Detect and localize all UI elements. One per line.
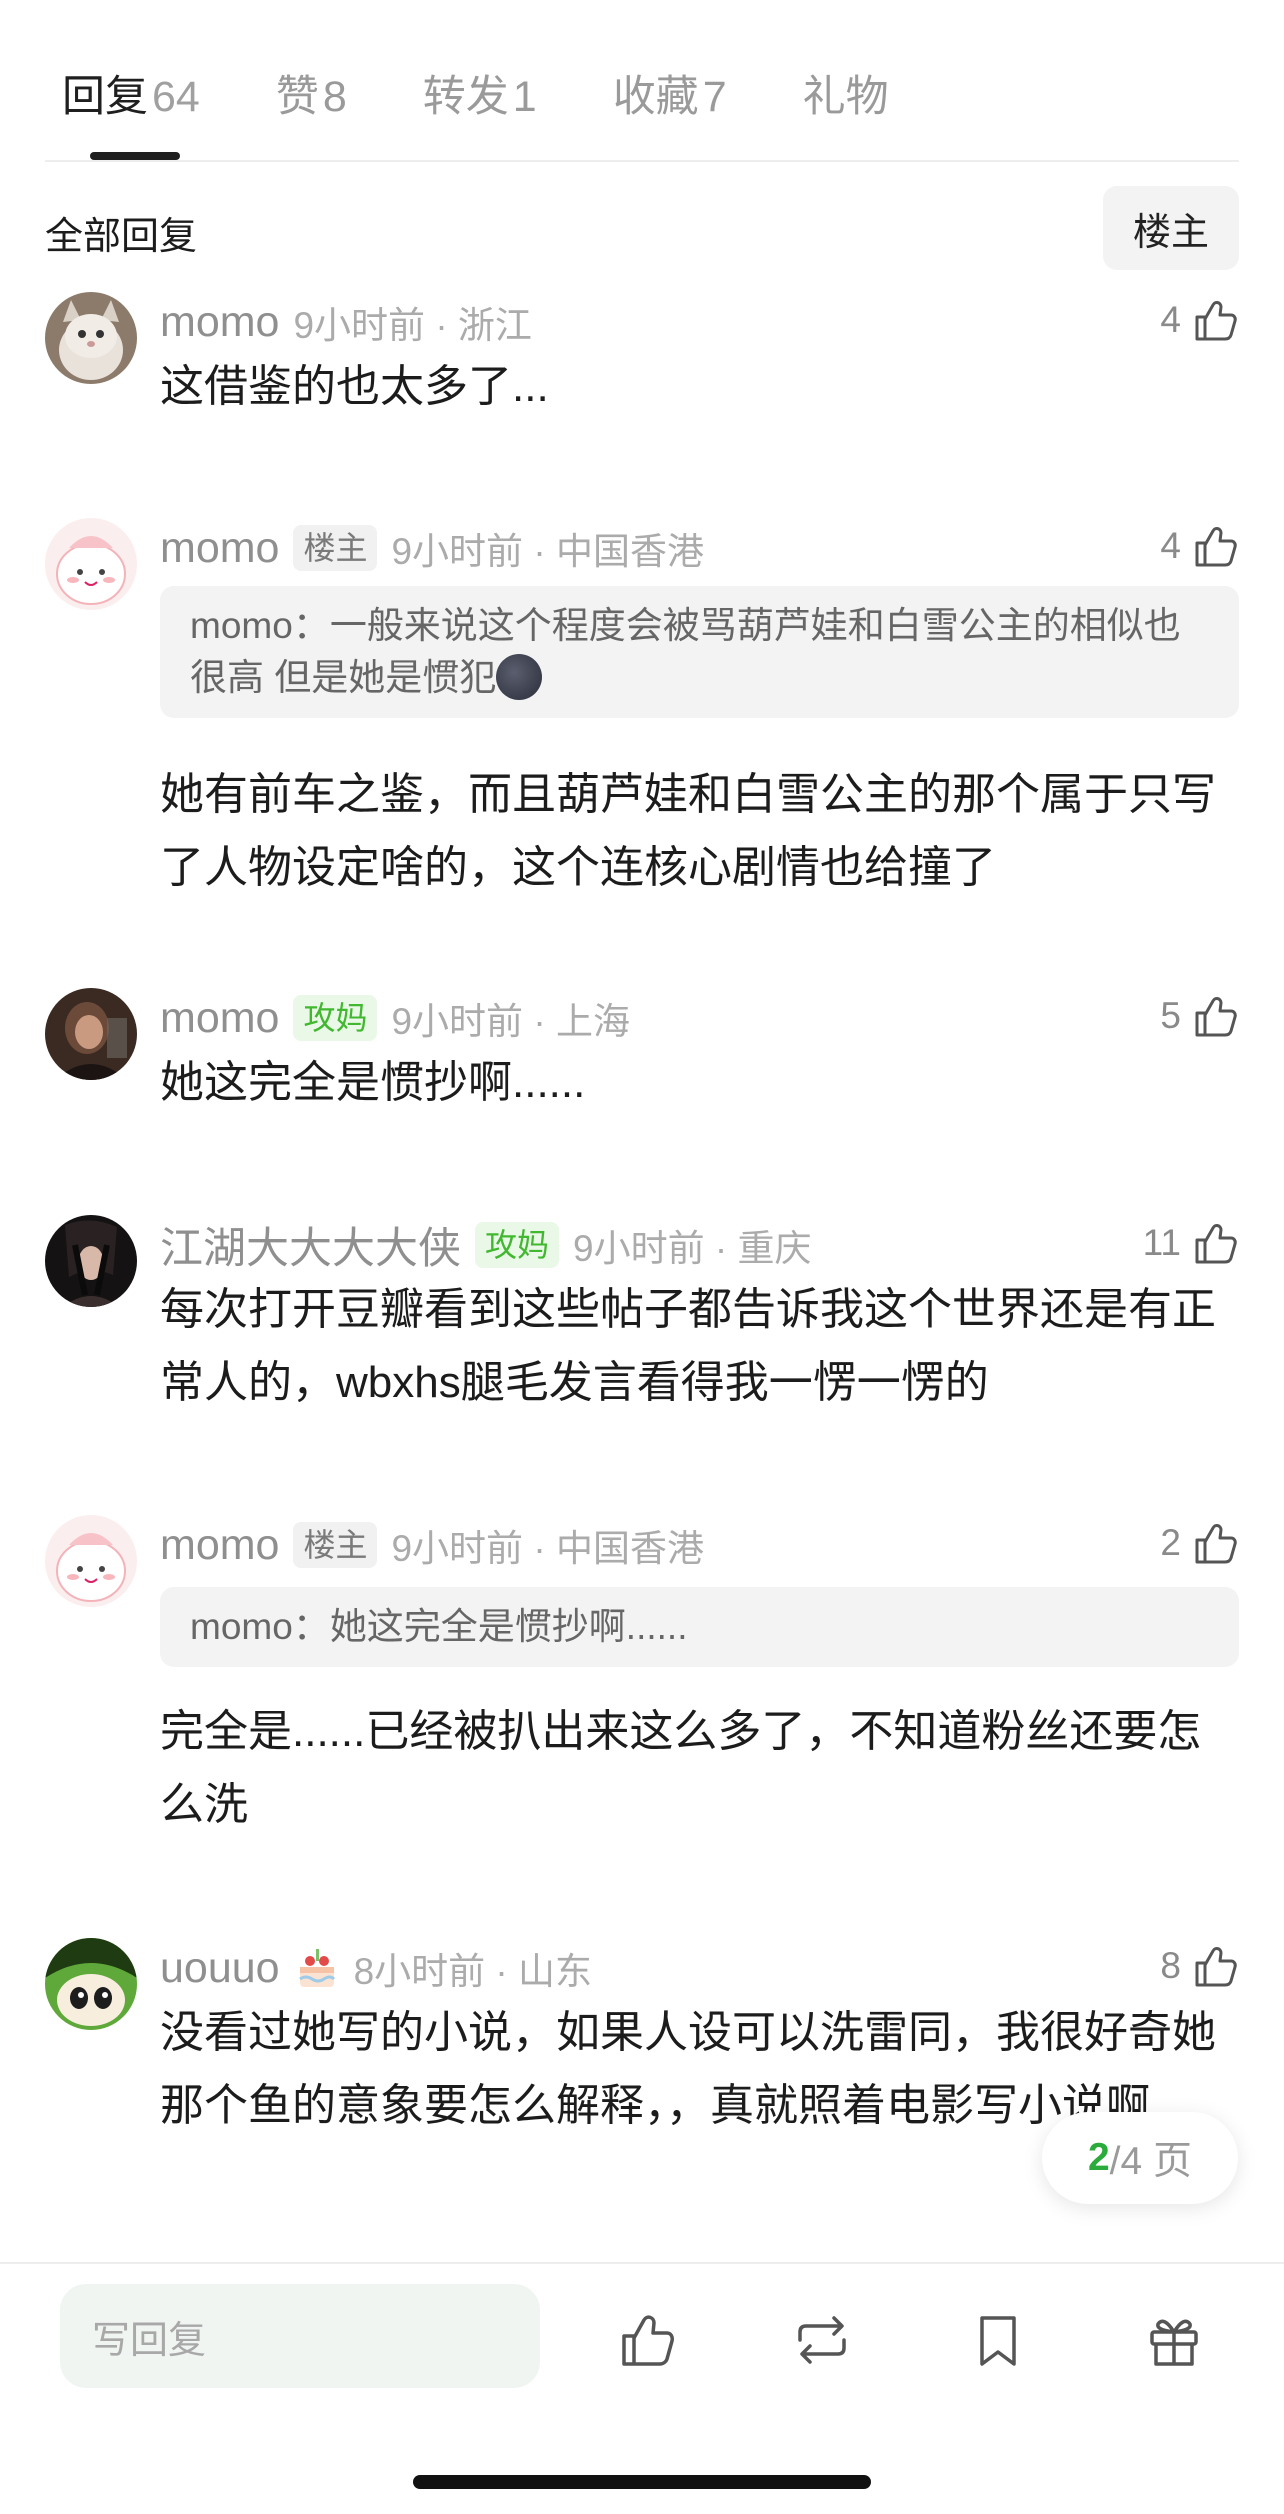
op-badge: 楼主 bbox=[293, 525, 378, 571]
timestamp-location: 9小时前 · 浙江 bbox=[293, 305, 532, 346]
tab-label: 礼物 bbox=[802, 73, 889, 121]
comment-item: momo 楼主 9小时前 · 中国香港 4 momo：一般来说这个程度会被骂葫芦… bbox=[45, 518, 1239, 918]
tab-replies[interactable]: 回复64 bbox=[62, 62, 200, 124]
like-button[interactable]: 8 bbox=[1160, 1938, 1239, 1994]
active-tab-indicator bbox=[90, 152, 180, 160]
tab-label: 收藏 bbox=[612, 73, 699, 121]
avatar[interactable] bbox=[45, 1515, 137, 1607]
timestamp-location: 9小时前 · 中国香港 bbox=[391, 1528, 704, 1569]
tab-count: 1 bbox=[512, 73, 537, 121]
op-badge: 楼主 bbox=[293, 1522, 378, 1568]
username[interactable]: uouuo bbox=[160, 1944, 280, 1993]
thumbs-up-icon bbox=[1195, 1524, 1237, 1564]
comment-meta: uouuo 8小时前 · 山东 bbox=[160, 1940, 592, 1996]
like-count: 11 bbox=[1142, 1222, 1181, 1263]
bookmark-icon[interactable] bbox=[966, 2308, 1030, 2372]
tab-count: 7 bbox=[702, 73, 727, 121]
comment-meta: momo 9小时前 · 浙江 bbox=[160, 294, 532, 350]
avatar[interactable] bbox=[45, 988, 137, 1080]
comment-meta: 江湖大大大大侠 攻妈 9小时前 · 重庆 bbox=[160, 1217, 811, 1273]
tab-bar: 回复64 赞8 转发1 收藏7 礼物 bbox=[62, 62, 965, 160]
comment-text: 她这完全是惯抄啊...... bbox=[160, 1058, 586, 1107]
comment-item: momo 攻妈 9小时前 · 上海 5 她这完全是惯抄啊...... bbox=[45, 988, 1239, 1138]
tab-label: 赞 bbox=[275, 73, 319, 121]
username[interactable]: momo bbox=[160, 1521, 279, 1570]
divider bbox=[45, 160, 1239, 162]
tab-label: 回复 bbox=[62, 73, 148, 121]
avatar[interactable] bbox=[45, 1938, 137, 2030]
tab-count: 8 bbox=[322, 73, 347, 121]
comment-item: 江湖大大大大侠 攻妈 9小时前 · 重庆 11 每次打开豆瓣看到这些帖子都告诉我… bbox=[45, 1215, 1239, 1435]
username[interactable]: 江湖大大大大侠 bbox=[160, 1214, 461, 1276]
tab-likes[interactable]: 赞8 bbox=[276, 62, 347, 124]
thumbs-up-icon bbox=[1195, 527, 1237, 567]
comment-meta: momo 楼主 9小时前 · 中国香港 bbox=[160, 520, 704, 576]
username[interactable]: momo bbox=[160, 298, 279, 347]
reply-input[interactable]: 写回复 bbox=[60, 2284, 540, 2388]
comment-text: 每次打开豆瓣看到这些帖子都告诉我这个世界还是有正常人的，wbxhs腿毛发言看得我… bbox=[160, 1285, 1216, 1407]
gift-icon[interactable] bbox=[1142, 2308, 1206, 2372]
quote-text: 一般来说这个程度会被骂葫芦娃和白雪公主的相似也很高 但是她是惯犯 bbox=[190, 605, 1181, 698]
cake-badge-icon bbox=[298, 1949, 335, 1987]
user-tag-badge: 攻妈 bbox=[293, 995, 378, 1041]
like-count: 4 bbox=[1160, 299, 1181, 340]
tab-count: 64 bbox=[152, 73, 200, 121]
page-indicator[interactable]: 2/4 页 bbox=[1042, 2112, 1238, 2204]
quote-text: 她这完全是惯抄啊...... bbox=[329, 1606, 688, 1647]
like-button[interactable]: 4 bbox=[1160, 292, 1239, 348]
home-indicator[interactable] bbox=[413, 2475, 871, 2489]
like-button[interactable]: 5 bbox=[1160, 988, 1239, 1044]
quoted-reply[interactable]: momo：一般来说这个程度会被骂葫芦娃和白雪公主的相似也很高 但是她是惯犯 bbox=[160, 586, 1239, 718]
current-page: 2 bbox=[1087, 2136, 1110, 2179]
like-count: 4 bbox=[1160, 525, 1181, 566]
tab-gifts[interactable]: 礼物 bbox=[803, 62, 889, 124]
like-count: 5 bbox=[1160, 995, 1181, 1036]
like-button[interactable]: 11 bbox=[1143, 1215, 1239, 1271]
thumbs-up-icon bbox=[1195, 1224, 1237, 1264]
all-replies-label: 全部回复 bbox=[45, 216, 198, 258]
comment-text: 完全是......已经被扒出来这么多了，不知道粉丝还要怎么洗 bbox=[160, 1707, 1202, 1829]
quote-username: momo bbox=[190, 1606, 293, 1647]
avatar[interactable] bbox=[45, 518, 137, 610]
tab-reposts[interactable]: 转发1 bbox=[423, 62, 537, 124]
thumbs-up-icon bbox=[1195, 301, 1237, 341]
timestamp-location: 9小时前 · 中国香港 bbox=[391, 531, 704, 572]
avatar[interactable] bbox=[45, 1215, 137, 1307]
timestamp-location: 9小时前 · 上海 bbox=[391, 1001, 630, 1042]
comment-item: momo 楼主 9小时前 · 中国香港 2 momo：她这完全是惯抄啊.....… bbox=[45, 1515, 1239, 1855]
like-count: 2 bbox=[1160, 1522, 1181, 1563]
username[interactable]: momo bbox=[160, 994, 279, 1043]
like-button[interactable]: 4 bbox=[1160, 518, 1239, 574]
avatar[interactable] bbox=[45, 292, 137, 384]
quote-username: momo bbox=[190, 605, 293, 646]
moon-emoji-icon bbox=[496, 654, 543, 700]
tab-label: 转发 bbox=[422, 73, 509, 121]
comment-item: momo 9小时前 · 浙江 4 这借鉴的也太多了... bbox=[45, 292, 1239, 442]
like-button[interactable]: 2 bbox=[1160, 1515, 1239, 1571]
divider bbox=[0, 2262, 1284, 2264]
user-tag-badge: 攻妈 bbox=[475, 1222, 560, 1268]
thumbs-up-icon bbox=[1195, 997, 1237, 1037]
timestamp-location: 8小时前 · 山东 bbox=[353, 1951, 593, 1992]
like-icon[interactable] bbox=[614, 2308, 678, 2372]
thumbs-up-icon bbox=[1195, 1947, 1237, 1987]
username[interactable]: momo bbox=[160, 524, 279, 573]
comment-meta: momo 楼主 9小时前 · 中国香港 bbox=[160, 1517, 704, 1573]
total-pages: /4 页 bbox=[1109, 2140, 1193, 2183]
comment-text: 她有前车之鉴，而且葫芦娃和白雪公主的那个属于只写了人物设定啥的，这个连核心剧情也… bbox=[160, 770, 1216, 892]
repost-icon[interactable] bbox=[790, 2308, 854, 2372]
op-only-button[interactable]: 楼主 bbox=[1103, 186, 1239, 270]
comment-meta: momo 攻妈 9小时前 · 上海 bbox=[160, 990, 630, 1046]
comment-text: 这借鉴的也太多了... bbox=[160, 362, 549, 411]
timestamp-location: 9小时前 · 重庆 bbox=[573, 1228, 812, 1269]
quoted-reply[interactable]: momo：她这完全是惯抄啊...... bbox=[160, 1587, 1239, 1667]
tab-favorites[interactable]: 收藏7 bbox=[613, 62, 727, 124]
like-count: 8 bbox=[1160, 1945, 1181, 1986]
